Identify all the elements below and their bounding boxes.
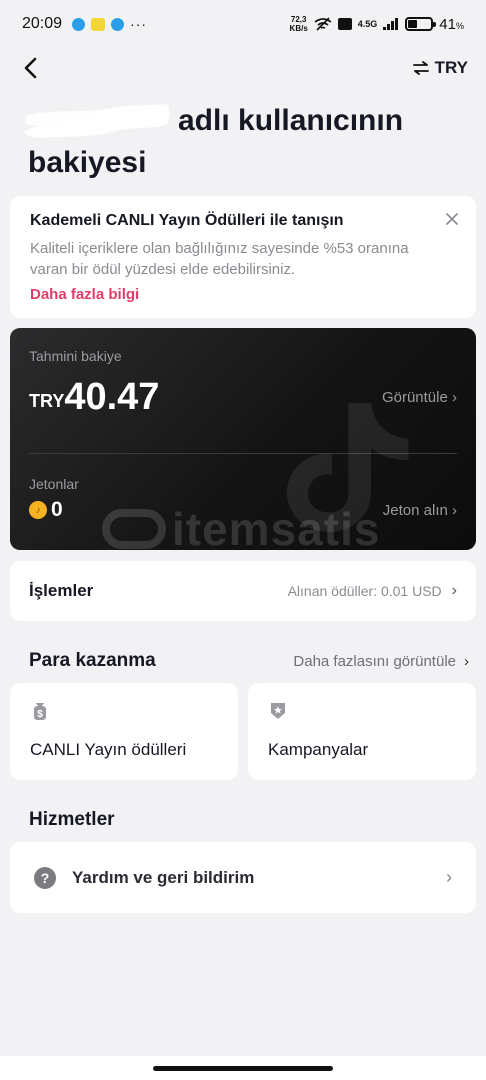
page-title-line1: adlı kullanıcının [24, 100, 468, 142]
network-speed: 72,3 KB/s [290, 15, 308, 33]
currency-label: TRY [434, 58, 468, 77]
itemsatis-watermark: itemsatis [102, 502, 380, 550]
earn-section-header: Para kazanma Daha fazlasını görüntüle › [29, 650, 469, 672]
redacted-username [24, 104, 170, 138]
status-bar: 20:09 ··· 72,3 KB/s 4.5G 41% [0, 0, 486, 48]
battery-fill [408, 20, 418, 28]
volte-icon [337, 18, 352, 30]
promo-title: Kademeli CANLI Yayın Ödülleri ile tanışı… [30, 212, 344, 229]
balance-amount: 40.47 [64, 376, 160, 418]
close-x-icon [446, 213, 458, 225]
rewards-received: Alınan ödüller: 0.01 USD [287, 583, 442, 599]
star-badge-icon [271, 703, 285, 719]
watermark-logo-icon [102, 509, 166, 549]
home-indicator[interactable] [153, 1066, 333, 1071]
back-button[interactable] [18, 56, 42, 80]
telegram-icon [111, 17, 125, 31]
live-rewards-tile[interactable]: $ CANLI Yayın ödülleri [10, 683, 238, 780]
help-feedback-row[interactable]: ? Yardım ve geri bildirim › [10, 842, 476, 913]
wifi-off-icon [314, 17, 332, 31]
telegram-icon [72, 17, 86, 31]
balance-card: Tahmini bakiye TRY 40.47 Görüntüle › Jet… [10, 328, 476, 550]
swap-arrows-icon [412, 61, 429, 75]
close-icon[interactable] [446, 208, 458, 231]
campaigns-label: Kampanyalar [268, 740, 369, 759]
more-notifications-icon: ··· [130, 16, 148, 32]
live-rewards-label: CANLI Yayın ödülleri [30, 740, 187, 759]
nav-bar: TRY [0, 48, 486, 88]
promo-description: Kaliteli içeriklere olan bağlılığınız sa… [30, 240, 409, 278]
help-question-icon: ? [34, 866, 56, 889]
campaigns-tile[interactable]: Kampanyalar [248, 683, 476, 780]
coins-count: 0 [51, 498, 63, 521]
signal-icon [383, 18, 399, 30]
earn-section-title: Para kazanma [29, 650, 156, 671]
battery-percent: 41% [439, 16, 464, 33]
battery-percent-value: 41 [439, 15, 456, 33]
transactions-title: İşlemler [29, 581, 94, 600]
help-feedback-label: Yardım ve geri bildirim [72, 867, 255, 887]
chevron-right-icon: › [464, 652, 469, 670]
watermark-text: itemsatis [172, 503, 381, 550]
network-type: 4.5G [357, 19, 378, 29]
currency-switch-button[interactable]: TRY [412, 58, 468, 78]
chevron-left-icon [24, 57, 37, 79]
services-section-header: Hizmetler [29, 809, 469, 831]
chevron-right-icon: › [446, 867, 452, 887]
page-title-text: adlı kullanıcının [178, 104, 404, 137]
estimated-balance-label: Tahmini bakiye [29, 348, 122, 364]
status-time: 20:09 [22, 15, 63, 32]
money-bag-icon: $ [34, 703, 46, 720]
learn-more-link[interactable]: Daha fazla bilgi [30, 286, 139, 303]
transactions-row[interactable]: İşlemler Alınan ödüller: 0.01 USD › [10, 561, 476, 621]
balance-currency: TRY [29, 391, 65, 411]
view-more-link[interactable]: Daha fazlasını görüntüle [293, 653, 456, 670]
battery-percent-unit: % [455, 20, 464, 31]
battery-icon [405, 17, 437, 31]
network-speed-unit: KB/s [289, 24, 308, 33]
page-title-line2: bakiyesi [28, 146, 147, 179]
page-title: adlı kullanıcının bakiyesi [24, 100, 468, 180]
status-left: 20:09 ··· [22, 15, 147, 33]
status-right: 72,3 KB/s 4.5G 41% [290, 15, 464, 33]
notification-app-icon [91, 17, 106, 31]
chevron-right-icon: › [451, 582, 457, 599]
services-section-title: Hizmetler [29, 809, 115, 830]
coin-icon: ♪ [29, 501, 47, 519]
promo-card: Kademeli CANLI Yayın Ödülleri ile tanışı… [10, 196, 476, 318]
network-speed-value: 72,3 [290, 15, 307, 24]
svg-text:$: $ [37, 709, 43, 720]
